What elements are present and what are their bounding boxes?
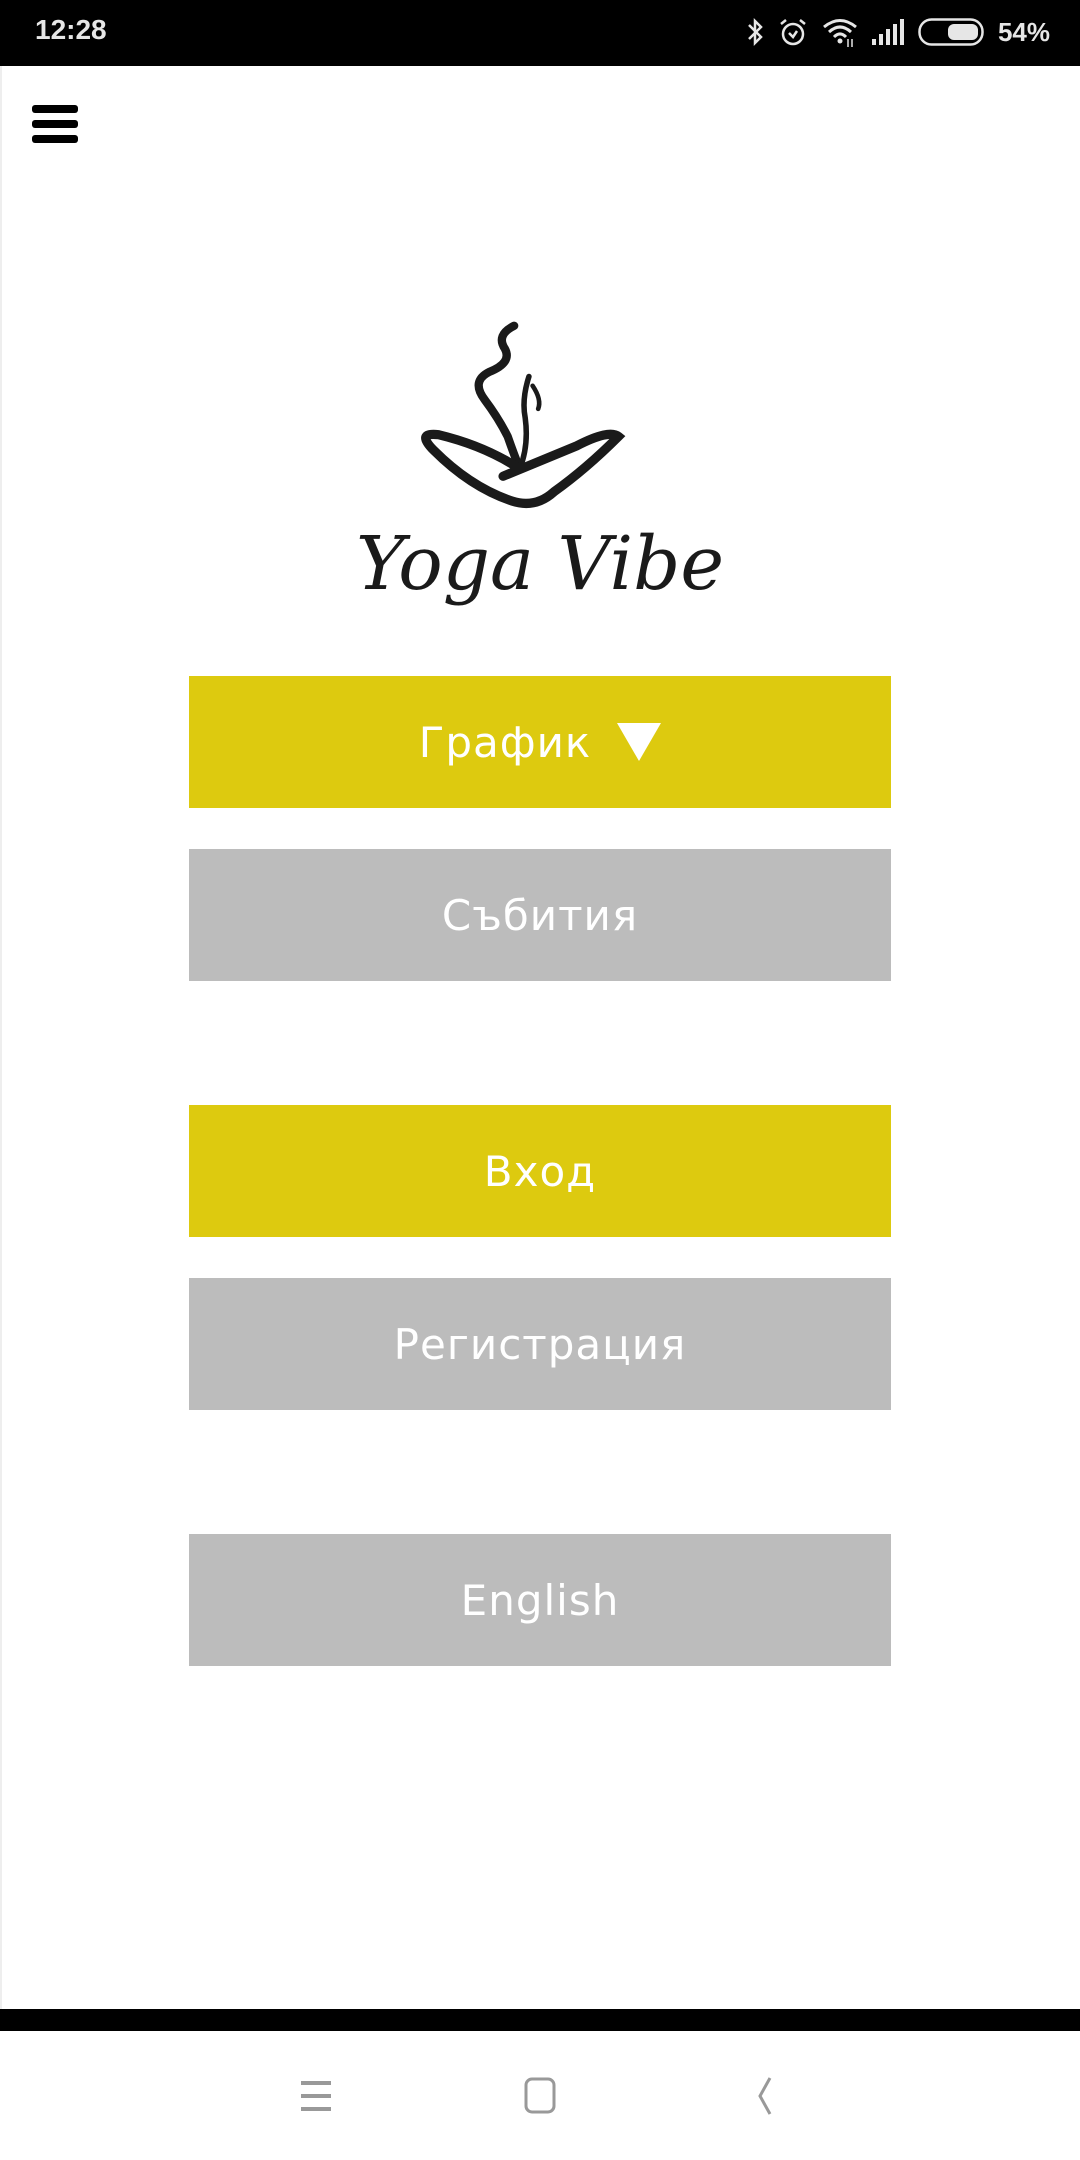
home-icon: [524, 2077, 556, 2114]
register-button-label: Регистрация: [393, 1319, 687, 1369]
schedule-button-label: График: [418, 717, 592, 767]
bluetooth-icon: [748, 17, 763, 47]
battery-icon: [918, 18, 984, 46]
recent-apps-button[interactable]: [297, 2076, 337, 2116]
language-button[interactable]: English: [189, 1534, 891, 1666]
home-button[interactable]: [520, 2076, 560, 2116]
signal-icon: [871, 19, 904, 45]
alarm-icon: [780, 19, 806, 46]
status-icons: 54%: [746, 12, 1050, 52]
recent-apps-icon: [301, 2081, 331, 2111]
wifi-icon: [823, 19, 857, 47]
register-button[interactable]: Регистрация: [189, 1278, 891, 1410]
hamburger-line: [32, 135, 78, 143]
schedule-button[interactable]: График: [189, 676, 891, 808]
system-nav-bar: [0, 2031, 1080, 2160]
yoga-pose-logo-icon: [421, 321, 626, 508]
battery-percentage: 54%: [997, 16, 1050, 47]
status-time: 12:28: [35, 14, 107, 45]
bottom-divider: [0, 2009, 1080, 2031]
hamburger-menu-icon: [32, 105, 78, 113]
login-button[interactable]: Вход: [189, 1105, 891, 1237]
language-button-label: English: [460, 1575, 620, 1625]
login-button-label: Вход: [483, 1146, 597, 1196]
events-button[interactable]: Събития: [189, 849, 891, 981]
back-icon: [758, 2077, 772, 2115]
hamburger-menu-button[interactable]: [32, 105, 78, 145]
logo-text: Yoga Vibe: [356, 521, 724, 607]
yoga-vibe-logo: Yoga Vibe: [356, 321, 724, 607]
hamburger-line: [32, 120, 78, 128]
back-button[interactable]: [748, 2076, 788, 2116]
status-bar: 12:28 54%: [0, 0, 1080, 66]
events-button-label: Събития: [441, 890, 639, 940]
dropdown-triangle-icon: [617, 723, 662, 761]
